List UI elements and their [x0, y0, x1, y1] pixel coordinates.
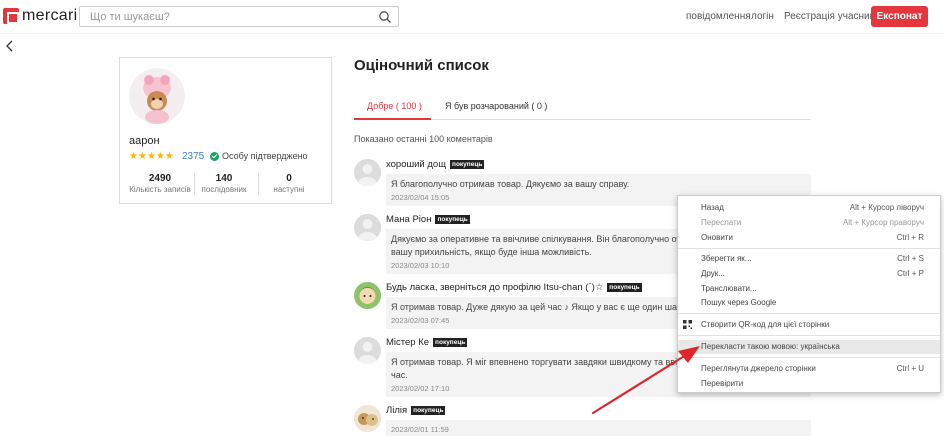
review-text: Я благополучно отримав товар. Дякуємо за…	[391, 179, 630, 189]
reviewer-name[interactable]: Будь ласка, зверніться до профілю Itsu-c…	[386, 282, 603, 293]
menu-item-shortcut: Ctrl + R	[896, 233, 924, 242]
menu-item-forward[interactable]: Переслати Alt + Курсор праворуч	[678, 216, 940, 230]
verified-label: Особу підтверджено	[222, 151, 308, 161]
profile-avatar	[129, 68, 185, 124]
buyer-badge: покупець	[435, 215, 470, 224]
browser-context-menu: Назад Alt + Курсор ліворуч Переслати Alt…	[677, 195, 941, 393]
reviewer-name-row: хороший дощ покупець	[386, 159, 485, 170]
menu-item-translate[interactable]: Перекласти такою мовою: українська	[678, 340, 940, 354]
stat-label: Кількість записів	[129, 185, 191, 194]
menu-item-label: Пошук через Google	[701, 298, 777, 307]
reviewer-name[interactable]: хороший дощ	[386, 159, 446, 170]
menu-item-back[interactable]: Назад Alt + Курсор ліворуч	[678, 201, 940, 215]
reviewer-name-row: Містер Ке покупець	[386, 337, 468, 348]
mercari-logo-icon	[3, 8, 19, 24]
review-tabs: Добре ( 100 ) Я був розчарований ( 0 )	[354, 95, 811, 120]
menu-item-shortcut: Alt + Курсор праворуч	[842, 218, 924, 227]
menu-item-label: Переслати	[701, 218, 742, 227]
shown-count-text: Показано останні 100 коментарів	[354, 134, 493, 144]
menu-item-qr-code[interactable]: Створити QR-код для цієї сторінки	[678, 318, 940, 332]
page-title: Оціночний список	[354, 57, 489, 74]
nav-messages-link[interactable]: повідомлення	[686, 11, 751, 22]
menu-item-cast[interactable]: Транслювати...	[678, 282, 940, 296]
verified-badge: Особу підтверджено	[210, 151, 308, 161]
menu-item-label: Оновити	[701, 233, 733, 242]
buyer-badge: покупець	[433, 338, 468, 347]
tab-disappointed[interactable]: Я був розчарований ( 0 )	[445, 101, 547, 111]
menu-separator	[678, 248, 940, 249]
menu-item-label: Переглянути джерело сторінки	[701, 364, 816, 373]
menu-item-save-as[interactable]: Зберегти як... Ctrl + S	[678, 252, 940, 266]
profile-name: аарон	[129, 135, 160, 147]
menu-item-shortcut: Ctrl + U	[896, 364, 924, 373]
stat-value: 140	[215, 173, 233, 184]
buyer-badge: покупець	[411, 406, 446, 415]
reviewer-avatar[interactable]	[354, 159, 381, 186]
menu-item-search-google[interactable]: Пошук через Google	[678, 296, 940, 310]
logo-text: mercari	[22, 7, 78, 24]
menu-item-label: Зберегти як...	[701, 254, 752, 263]
review-bubble: 2023/02/01 11:59	[386, 420, 811, 436]
qr-code-icon	[683, 320, 692, 329]
menu-separator	[678, 335, 940, 336]
mercari-logo[interactable]: mercari	[3, 7, 77, 25]
stat-label: наступні	[273, 185, 305, 194]
active-tab-underline	[354, 118, 431, 120]
reviewer-avatar[interactable]	[354, 214, 381, 241]
review-item: Лілія покупець 2023/02/01 11:59	[354, 405, 811, 436]
stat-value: 0	[286, 173, 292, 184]
reviewer-avatar[interactable]	[354, 282, 381, 309]
search-box[interactable]	[79, 6, 399, 27]
stat-followers[interactable]: 140 послідовник	[192, 173, 256, 194]
reviewer-name-row: Будь ласка, зверніться до профілю Itsu-c…	[386, 282, 642, 293]
menu-item-label: Створити QR-код для цієї сторінки	[701, 320, 830, 329]
exhibit-button[interactable]: Експонат	[871, 6, 928, 27]
menu-item-label: Транслювати...	[701, 284, 757, 293]
reviewer-name[interactable]: Містер Ке	[386, 337, 429, 348]
menu-item-label: Друк...	[701, 269, 725, 278]
profile-card: аарон ★★★★★ 2375 Особу підтверджено 2490…	[119, 57, 332, 204]
reviewer-avatar[interactable]	[354, 405, 381, 432]
search-input[interactable]	[90, 10, 370, 24]
menu-item-label: Перекласти такою мовою: українська	[701, 342, 840, 351]
menu-item-print[interactable]: Друк... Ctrl + P	[678, 267, 940, 281]
menu-item-inspect[interactable]: Перевірити	[678, 377, 940, 391]
menu-item-view-source[interactable]: Переглянути джерело сторінки Ctrl + U	[678, 362, 940, 376]
menu-item-shortcut: Alt + Курсор ліворуч	[849, 203, 924, 212]
reviewer-name-row: Лілія покупець	[386, 405, 446, 416]
reviewer-name-row: Мана Ріон покупець	[386, 214, 470, 225]
verified-check-icon	[210, 151, 219, 161]
menu-separator	[678, 313, 940, 314]
review-date: 2023/02/01 11:59	[391, 425, 449, 434]
search-icon[interactable]	[378, 10, 392, 24]
tab-good[interactable]: Добре ( 100 )	[367, 101, 422, 111]
menu-separator	[678, 357, 940, 358]
stat-listings: 2490 Кількість записів	[128, 173, 192, 194]
stat-following[interactable]: 0 наступні	[257, 173, 321, 194]
menu-item-shortcut: Ctrl + P	[897, 269, 924, 278]
buyer-badge: покупець	[450, 160, 485, 169]
menu-item-reload[interactable]: Оновити Ctrl + R	[678, 231, 940, 245]
top-header: mercari повідомлення логін Реєстрація уч…	[0, 0, 944, 34]
rating-count-link[interactable]: 2375	[182, 151, 204, 162]
nav-register-link[interactable]: Реєстрація учасників	[784, 11, 882, 22]
buyer-badge: покупець	[607, 283, 642, 292]
reviewer-name[interactable]: Мана Ріон	[386, 214, 431, 225]
stat-label: послідовник	[201, 185, 247, 194]
reviewer-name[interactable]: Лілія	[386, 405, 407, 416]
stat-value: 2490	[148, 173, 172, 184]
menu-item-shortcut: Ctrl + S	[897, 254, 924, 263]
menu-item-label: Назад	[701, 203, 724, 212]
nav-login-link[interactable]: логін	[751, 11, 774, 22]
reviewer-avatar[interactable]	[354, 337, 381, 364]
back-chevron-icon[interactable]	[5, 40, 15, 52]
menu-item-label: Перевірити	[701, 379, 744, 388]
rating-stars: ★★★★★	[129, 151, 174, 162]
